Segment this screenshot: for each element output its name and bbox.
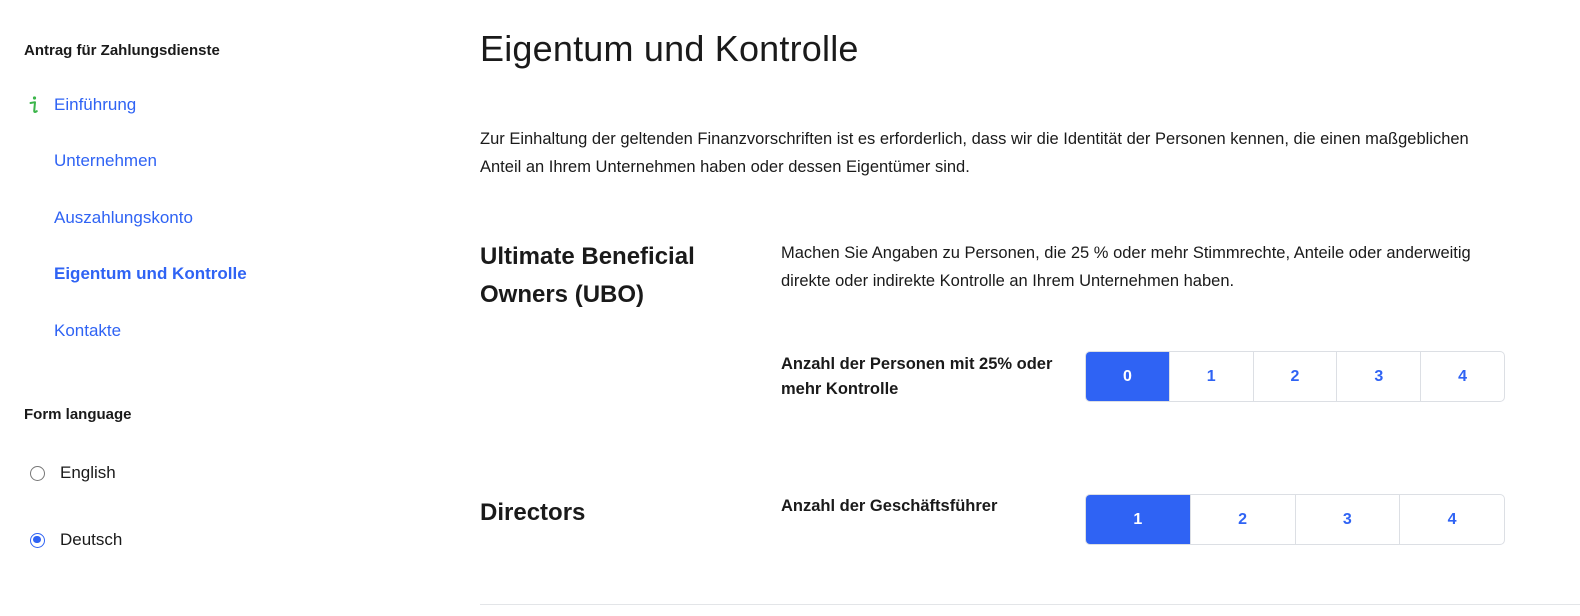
directors-count-label: Anzahl der Geschäftsführer [781,497,998,515]
ubo-count-option-3[interactable]: 3 [1336,352,1420,401]
directors-count-option-4[interactable]: 4 [1399,495,1504,544]
ubo-description: Machen Sie Angaben zu Personen, die 25 %… [781,244,1471,290]
main-content: Eigentum und Kontrolle Zur Einhaltung de… [0,0,1580,616]
ubo-count-option-4[interactable]: 4 [1420,352,1504,401]
ubo-count-option-2[interactable]: 2 [1252,352,1337,401]
page-title: Eigentum und Kontrolle [480,28,859,69]
ubo-count-label: Anzahl der Personen mit 25% oder mehr Ko… [781,355,1053,398]
directors-count-option-3[interactable]: 3 [1294,495,1400,544]
section-divider [480,604,1580,605]
ubo-section-title: Ultimate Beneficial Owners (UBO) [480,243,695,308]
directors-section-title: Directors [480,499,586,526]
intro-text: Zur Einhaltung der geltenden Finanzvorsc… [480,130,1469,176]
ubo-count-selector: 0 1 2 3 4 [1085,351,1505,402]
ubo-count-option-1[interactable]: 1 [1168,352,1253,401]
directors-count-option-2[interactable]: 2 [1189,495,1295,544]
directors-count-selector: 1 2 3 4 [1085,494,1505,545]
directors-count-option-1[interactable]: 1 [1086,495,1190,544]
ubo-count-option-0[interactable]: 0 [1086,352,1169,401]
